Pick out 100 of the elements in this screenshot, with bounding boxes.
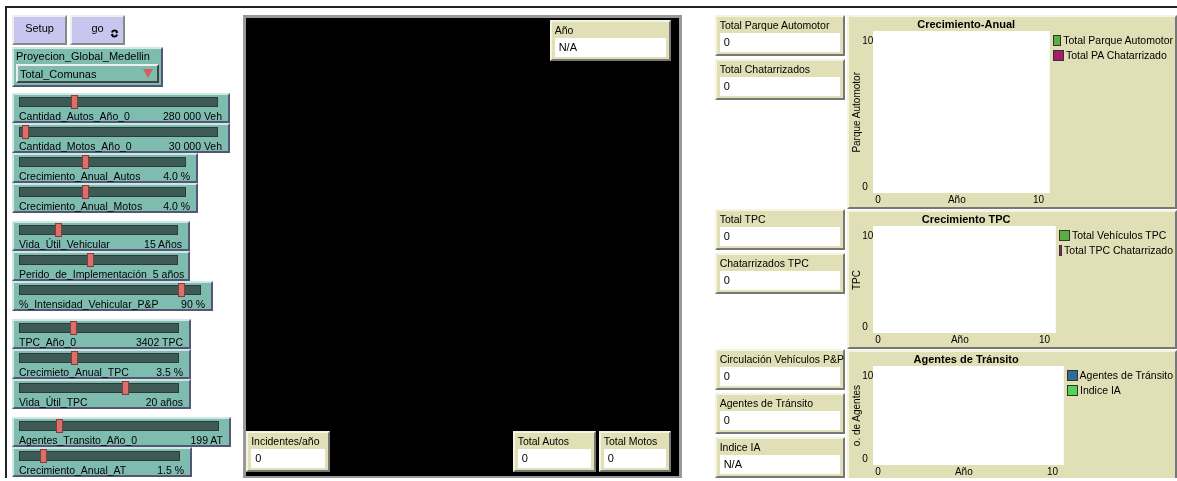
plot-title: Agentes de Tránsito — [912, 352, 1020, 366]
monitor-label: Indice IA — [719, 440, 762, 455]
slider-track[interactable] — [19, 255, 178, 265]
slider-thumb[interactable] — [86, 253, 94, 267]
slider-track[interactable] — [19, 421, 219, 431]
slider-value: 199 AT — [190, 434, 223, 446]
monitor-value: 0 — [517, 449, 591, 468]
monitor-label: Total Parque Automotor — [719, 18, 831, 33]
x-tick-label: 10 — [1046, 465, 1058, 478]
slider-thumb[interactable] — [55, 419, 63, 433]
monitor-value: 0 — [719, 271, 840, 291]
slider-label: TPC_Año_0 — [19, 336, 77, 348]
slider-track[interactable] — [19, 127, 218, 137]
monitor-value: N/A — [719, 455, 840, 474]
slider-thumb[interactable] — [55, 223, 63, 237]
slider[interactable]: Perido_de_Implementación 5 años — [12, 251, 190, 281]
slider-thumb[interactable] — [82, 185, 89, 199]
slider-label: Cantidad_Motos_Año_0 — [19, 140, 132, 152]
button[interactable]: Setup — [12, 15, 67, 45]
slider[interactable]: Crecimiento_Anual_AT 1.5 % — [12, 447, 192, 477]
slider-label: Vida_Útil_TPC — [19, 396, 88, 408]
slider-value: 90 % — [181, 298, 205, 310]
slider-label: Perido_de_Implementación — [19, 268, 147, 280]
slider-value: 280 000 Veh — [163, 110, 222, 122]
slider-track[interactable] — [19, 323, 179, 333]
dropdown[interactable]: Total_Comunas — [16, 64, 159, 83]
monitor-value: 0 — [719, 367, 840, 386]
x-axis-label: Año — [950, 333, 969, 346]
slider-label: Crecimiento_Anual_AT — [19, 464, 127, 476]
y-axis-label: o. de Agentes — [850, 384, 862, 447]
monitor-label: Total Chatarrizados — [719, 62, 812, 77]
slider[interactable]: TPC_Año_0 3402 TPC — [12, 319, 191, 349]
monitor-value: N/A — [554, 38, 666, 57]
slider-thumb[interactable] — [39, 449, 47, 463]
slider[interactable]: Crecimieto_Anual_TPC 3.5 % — [12, 349, 191, 379]
slider-thumb[interactable] — [71, 351, 79, 365]
y-axis-label: Parque Automotor — [850, 71, 862, 153]
monitor-value: 0 — [719, 411, 840, 430]
slider-track[interactable] — [19, 451, 180, 461]
monitor-value: 0 — [719, 33, 840, 52]
y-tick-label: 0 — [862, 453, 869, 465]
monitor-value: 0 — [603, 449, 666, 468]
slider-track[interactable] — [19, 225, 178, 235]
y-tick-label: 0 — [862, 181, 869, 193]
slider-track[interactable] — [19, 157, 186, 167]
slider-value: 4.0 % — [163, 170, 190, 182]
chooser-label: Proyecion_Global_Medellin — [16, 49, 151, 64]
monitor-label: Total Autos — [517, 434, 570, 449]
slider-value: 15 Años — [144, 238, 182, 250]
x-tick-label: 0 — [875, 193, 881, 206]
slider-thumb[interactable] — [82, 155, 89, 169]
slider-value: 4.0 % — [163, 200, 190, 212]
monitor-value: 0 — [251, 449, 326, 468]
slider[interactable]: Agentes_Transito_Año_0 199 AT — [12, 417, 231, 447]
slider-value: 5 años — [152, 268, 185, 280]
x-tick-label: 10 — [1038, 333, 1050, 346]
slider-thumb[interactable] — [178, 283, 185, 297]
plot-title: Crecimiento TPC — [920, 212, 1012, 226]
slider[interactable]: Crecimiento_Anual_Motos 4.0 % — [12, 183, 198, 213]
slider[interactable]: Vida_Útil_Vehicular 15 Años — [12, 221, 190, 251]
legend-label: Agentes de Tránsito — [1079, 368, 1173, 383]
slider-label: Crecimieto_Anual_TPC — [19, 366, 129, 378]
slider-label: Vida_Útil_Vehicular — [19, 238, 110, 250]
dropdown-caret-icon — [143, 69, 153, 78]
slider-thumb[interactable] — [71, 95, 79, 109]
monitor-label: Incidentes/año — [251, 434, 321, 449]
monitor-label: Chatarrizados TPC — [719, 256, 810, 272]
slider-label: Cantidad_Autos_Año_0 — [19, 110, 130, 122]
slider[interactable]: Crecimiento_Anual_Autos 4.0 % — [12, 153, 198, 183]
slider-thumb[interactable] — [21, 125, 29, 139]
slider-track[interactable] — [19, 187, 186, 197]
slider-track[interactable] — [19, 285, 201, 295]
legend-label: Total PA Chatarrizado — [1066, 48, 1167, 63]
x-tick-label: 0 — [875, 465, 881, 478]
slider-thumb[interactable] — [121, 381, 129, 395]
monitor-label: Total Motos — [603, 434, 659, 449]
slider-track[interactable] — [19, 353, 179, 363]
monitor-value: 0 — [719, 227, 840, 247]
legend-label: Total Parque Automotor — [1063, 33, 1173, 48]
monitor-label: Año — [554, 23, 575, 38]
y-tick-label: 10 — [862, 230, 874, 242]
slider-thumb[interactable] — [69, 321, 77, 335]
slider-track[interactable] — [19, 383, 179, 393]
slider-label: Crecimiento_Anual_Autos — [19, 170, 141, 182]
y-tick-label: 0 — [862, 321, 869, 333]
legend-label: Total TPC Chatarrizado — [1064, 243, 1173, 258]
x-tick-label: 10 — [1032, 193, 1044, 206]
slider[interactable]: Cantidad_Motos_Año_0 30 000 Veh — [12, 123, 230, 153]
slider-value: 20 años — [145, 396, 183, 408]
slider-track[interactable] — [19, 97, 218, 107]
slider[interactable]: Vida_Útil_TPC 20 años — [12, 379, 191, 409]
slider-label: %_Intensidad_Vehicular_P&P — [19, 298, 159, 310]
slider-value: 3402 TPC — [135, 336, 183, 348]
legend-label: Total Vehículos TPC — [1072, 228, 1167, 243]
plot-title: Crecimiento-Anual — [916, 17, 1017, 31]
slider[interactable]: Cantidad_Autos_Año_0 280 000 Veh — [12, 93, 230, 123]
slider-value: 1.5 % — [157, 464, 184, 476]
slider[interactable]: %_Intensidad_Vehicular_P&P 90 % — [12, 281, 213, 311]
slider-value: 3.5 % — [156, 366, 183, 378]
button[interactable]: go — [70, 15, 125, 45]
